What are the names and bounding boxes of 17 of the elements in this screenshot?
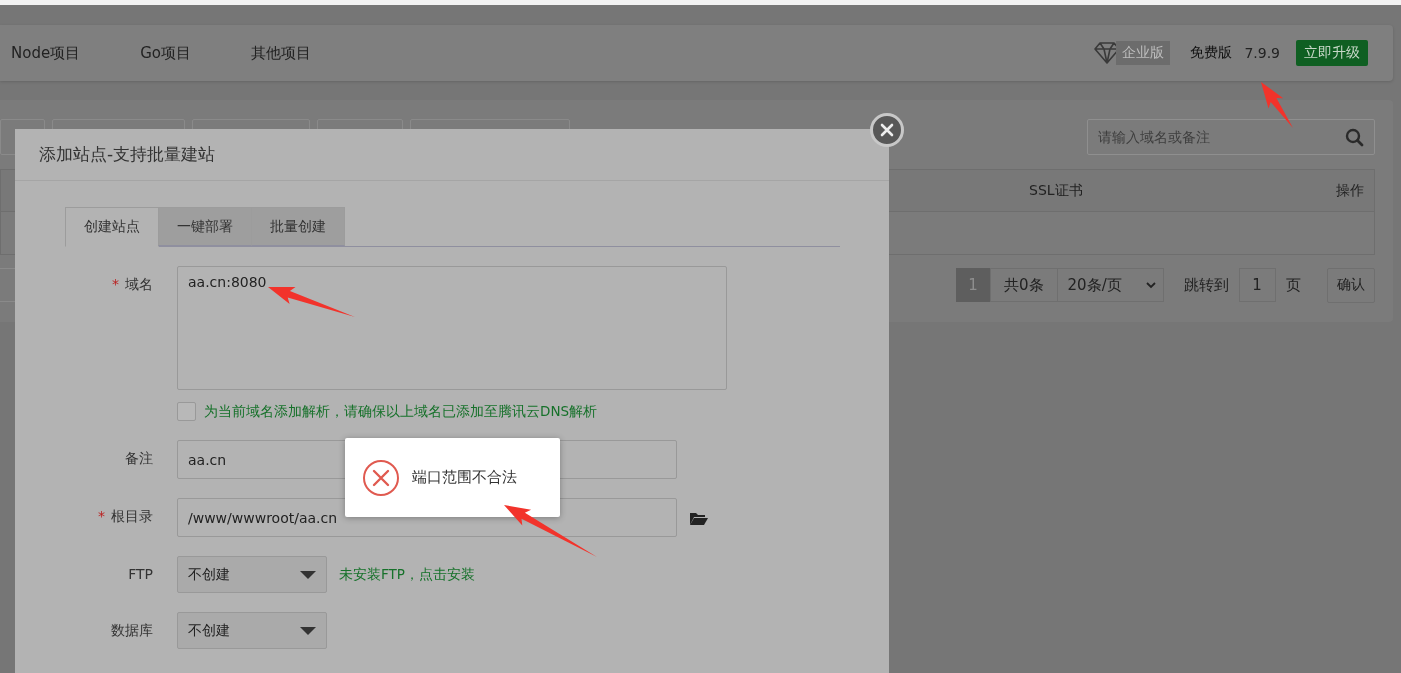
field-label: FTP: [128, 566, 153, 582]
required-mark: *: [98, 508, 105, 524]
toast-message: 端口范围不合法: [412, 468, 517, 487]
required-mark: *: [112, 276, 119, 292]
field-label: 备注: [125, 450, 153, 466]
field-label: 数据库: [111, 622, 153, 638]
jump-label: 跳转到: [1183, 275, 1229, 295]
plan-label: 免费版: [1190, 44, 1233, 62]
version-label: 7.9.9: [1244, 45, 1280, 61]
total-count: 共0条: [990, 268, 1058, 302]
edition-badge: 企业版: [1116, 41, 1171, 65]
column-header: 操作: [1336, 181, 1364, 200]
checkbox-label: 为当前域名添加解析，请确保以上域名已添加至腾讯云DNS解析: [204, 402, 598, 421]
page-unit: 页: [1285, 275, 1301, 295]
field-label: 根目录: [111, 508, 153, 524]
field-label: 域名: [125, 276, 153, 292]
column-header: SSL证书: [1029, 181, 1083, 200]
